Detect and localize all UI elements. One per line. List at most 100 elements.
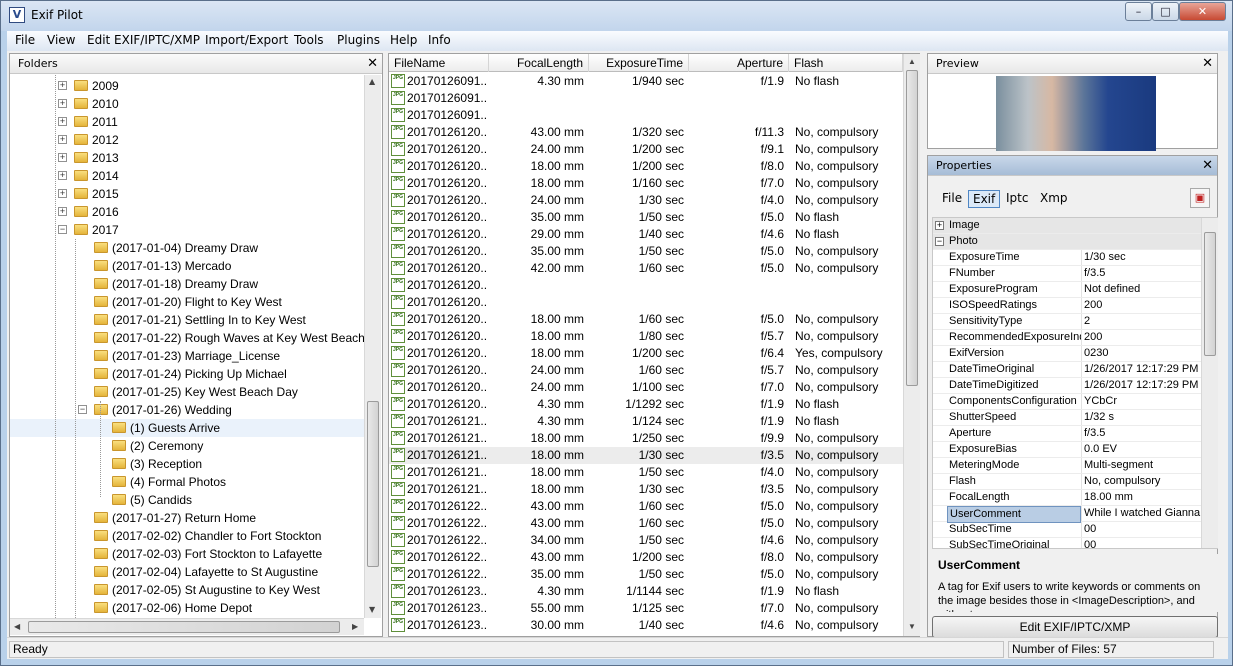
export-properties-icon[interactable]: ▣: [1190, 188, 1210, 208]
tree-node[interactable]: (2017-02-04) Lafayette to St Augustine: [10, 563, 364, 581]
table-row[interactable]: JPG 20170126091...: [389, 107, 903, 124]
tab-iptc[interactable]: Iptc: [1002, 190, 1032, 208]
expand-icon[interactable]: +: [935, 221, 944, 230]
property-row[interactable]: DateTimeDigitized 1/26/2017 12:17:29 PM: [933, 378, 1201, 394]
property-row[interactable]: ISOSpeedRatings 200: [933, 298, 1201, 314]
tab-file[interactable]: File: [938, 190, 966, 208]
folders-horizontal-scrollbar[interactable]: ◀ ▶: [10, 618, 364, 635]
table-row[interactable]: JPG 20170126120... 35.00 mm 1/50 sec f/5.0 No…: [389, 243, 903, 260]
expand-icon[interactable]: +: [58, 135, 67, 144]
property-row[interactable]: UserComment While I watched Gianna,: [933, 506, 1201, 523]
expand-icon[interactable]: +: [58, 153, 67, 162]
files-vertical-scrollbar[interactable]: ▲ ▼: [903, 54, 920, 636]
property-value[interactable]: 1/26/2017 12:17:29 PM: [1081, 378, 1201, 393]
property-row[interactable]: ExposureTime 1/30 sec: [933, 250, 1201, 266]
property-value[interactable]: f/3.5: [1081, 426, 1201, 441]
scroll-right-icon[interactable]: ▶: [352, 622, 358, 631]
tree-node[interactable]: (1) Guests Arrive: [10, 419, 364, 437]
property-row[interactable]: ShutterSpeed 1/32 s: [933, 410, 1201, 426]
properties-scroll-thumb[interactable]: [1204, 232, 1216, 356]
property-value[interactable]: 0.0 EV: [1081, 442, 1201, 457]
edit-exif-button[interactable]: Edit EXIF/IPTC/XMP: [932, 616, 1218, 638]
col-filename-header[interactable]: FileName: [389, 54, 489, 72]
table-row[interactable]: JPG 20170126122... 34.00 mm 1/50 sec f/4.6 No…: [389, 532, 903, 549]
property-value[interactable]: Multi-segment: [1081, 458, 1201, 473]
properties-scrollbar[interactable]: [1201, 218, 1218, 548]
table-row[interactable]: JPG 20170126120...: [389, 277, 903, 294]
table-row[interactable]: JPG 20170126120... 29.00 mm 1/40 sec f/4.6 No…: [389, 226, 903, 243]
property-value[interactable]: Not defined: [1081, 282, 1201, 297]
tree-node[interactable]: (2017-01-18) Dreamy Draw: [10, 275, 364, 293]
tree-node[interactable]: (2017-01-20) Flight to Key West: [10, 293, 364, 311]
tree-node[interactable]: − 2017: [10, 221, 364, 239]
property-row[interactable]: SubSecTime 00: [933, 522, 1201, 538]
table-row[interactable]: JPG 20170126122... 43.00 mm 1/60 sec f/5.0 No…: [389, 498, 903, 515]
close-properties-icon[interactable]: ✕: [1202, 156, 1213, 176]
tree-node[interactable]: +2012: [10, 131, 364, 149]
collapse-icon[interactable]: −: [935, 237, 944, 246]
property-value[interactable]: 200: [1081, 298, 1201, 313]
expand-icon[interactable]: +: [58, 189, 67, 198]
collapse-icon[interactable]: −: [78, 405, 87, 414]
property-category[interactable]: − Photo: [933, 234, 1201, 250]
tree-node[interactable]: +2015: [10, 185, 364, 203]
folders-vertical-scrollbar[interactable]: ▲ ▼: [364, 75, 381, 618]
folders-scroll-thumb[interactable]: [367, 401, 379, 567]
expand-icon[interactable]: +: [58, 207, 67, 216]
tree-node[interactable]: (2017-01-25) Key West Beach Day: [10, 383, 364, 401]
tree-node[interactable]: (2017-01-13) Mercado: [10, 257, 364, 275]
table-row[interactable]: JPG 20170126120... 18.00 mm 1/160 sec f/7.0 N…: [389, 175, 903, 192]
property-row[interactable]: SubSecTimeOriginal 00: [933, 538, 1201, 548]
table-row[interactable]: JPG 20170126120... 43.00 mm 1/320 sec f/11.3…: [389, 124, 903, 141]
menu-tools[interactable]: Tools: [292, 33, 326, 47]
property-row[interactable]: ExposureProgram Not defined: [933, 282, 1201, 298]
table-row[interactable]: JPG 20170126122... 43.00 mm 1/200 sec f/8.0 N…: [389, 549, 903, 566]
tree-node[interactable]: (2017-01-22) Rough Waves at Key West Bea…: [10, 329, 364, 347]
tree-node[interactable]: (4) Formal Photos: [10, 473, 364, 491]
minimize-button[interactable]: –: [1125, 2, 1152, 21]
property-value[interactable]: f/3.5: [1081, 266, 1201, 281]
tree-node[interactable]: (2017-01-04) Dreamy Draw: [10, 239, 364, 257]
menu-edit-exif[interactable]: Edit EXIF/IPTC/XMP: [85, 33, 202, 47]
collapse-icon[interactable]: −: [58, 225, 67, 234]
property-category[interactable]: + Image: [933, 218, 1201, 234]
tree-node[interactable]: +2009: [10, 77, 364, 95]
table-row[interactable]: JPG 20170126123... 55.00 mm 1/125 sec f/7.0 N…: [389, 600, 903, 617]
table-row[interactable]: JPG 20170126122... 35.00 mm 1/50 sec f/5.0 No…: [389, 566, 903, 583]
tree-node[interactable]: (2017-02-02) Chandler to Fort Stockton: [10, 527, 364, 545]
property-row[interactable]: ExifVersion 0230: [933, 346, 1201, 362]
table-row[interactable]: JPG 20170126120... 18.00 mm 1/200 sec f/8.0 N…: [389, 158, 903, 175]
property-row[interactable]: DateTimeOriginal 1/26/2017 12:17:29 PM: [933, 362, 1201, 378]
expand-icon[interactable]: +: [58, 171, 67, 180]
table-row[interactable]: JPG 20170126121... 18.00 mm 1/30 sec f/3.5 No…: [389, 481, 903, 498]
table-row[interactable]: JPG 20170126120... 18.00 mm 1/80 sec f/5.7 No…: [389, 328, 903, 345]
table-row[interactable]: JPG 20170126123... 30.00 mm 1/40 sec f/4.6 No…: [389, 617, 903, 634]
table-row[interactable]: JPG 20170126121... 4.30 mm 1/124 sec f/1.9 No…: [389, 413, 903, 430]
table-row[interactable]: JPG 20170126121... 18.00 mm 1/30 sec f/3.5 No…: [389, 447, 903, 464]
scroll-up-icon[interactable]: ▲: [369, 77, 375, 86]
property-value[interactable]: 1/26/2017 12:17:29 PM: [1081, 362, 1201, 377]
property-row[interactable]: Flash No, compulsory: [933, 474, 1201, 490]
table-row[interactable]: JPG 20170126120... 24.00 mm 1/100 sec f/7.0 N…: [389, 379, 903, 396]
scroll-down-icon[interactable]: ▼: [369, 605, 375, 614]
tree-node[interactable]: +2011: [10, 113, 364, 131]
files-scroll-thumb[interactable]: [906, 70, 918, 386]
property-value[interactable]: 18.00 mm: [1081, 490, 1201, 505]
table-row[interactable]: JPG 20170126091...: [389, 90, 903, 107]
col-flash-header[interactable]: Flash: [789, 54, 903, 72]
menu-plugins[interactable]: Plugins: [335, 33, 382, 47]
table-row[interactable]: JPG 20170126120... 24.00 mm 1/60 sec f/5.7 No…: [389, 362, 903, 379]
tab-xmp[interactable]: Xmp: [1036, 190, 1072, 208]
tree-node[interactable]: +2013: [10, 149, 364, 167]
property-value[interactable]: 1/32 s: [1081, 410, 1201, 425]
table-row[interactable]: JPG 20170126120... 24.00 mm 1/200 sec f/9.1 N…: [389, 141, 903, 158]
tree-node[interactable]: (2017-01-23) Marriage_License: [10, 347, 364, 365]
table-row[interactable]: JPG 20170126120...: [389, 294, 903, 311]
property-row[interactable]: FNumber f/3.5: [933, 266, 1201, 282]
menu-file[interactable]: File: [13, 33, 37, 47]
close-window-button[interactable]: ✕: [1179, 2, 1226, 21]
property-row[interactable]: ExposureBias 0.0 EV: [933, 442, 1201, 458]
table-row[interactable]: JPG 20170126120... 18.00 mm 1/200 sec f/6.4 Y…: [389, 345, 903, 362]
maximize-button[interactable]: □: [1152, 2, 1179, 21]
property-row[interactable]: FocalLength 18.00 mm: [933, 490, 1201, 506]
